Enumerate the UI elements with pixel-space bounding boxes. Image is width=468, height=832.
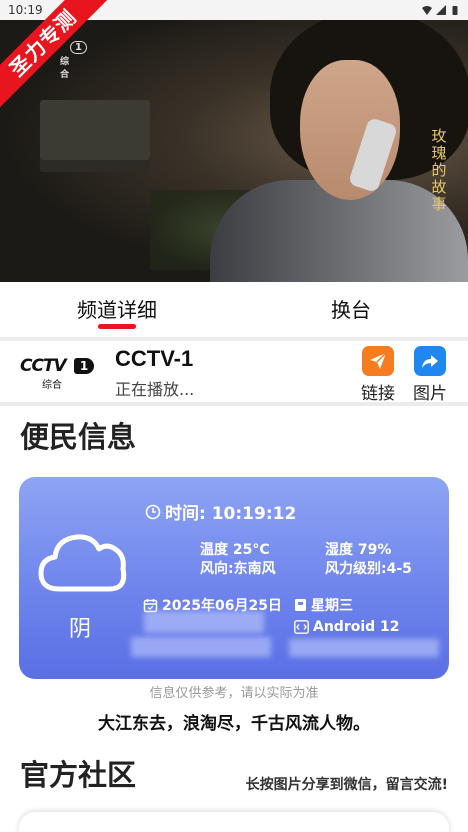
tab-channel-details[interactable]: 频道详细 [0,282,234,338]
weather-condition: 阴 [69,617,92,642]
channel-info-row: CCTV 1 综合 CCTV-1 正在播放... 链接 图片 [0,342,468,404]
image-button-label: 图片 [413,384,447,404]
send-icon [362,346,394,376]
watermark-number: 1 [70,41,87,54]
tab-label: 频道详细 [77,298,157,322]
channel-logo-subtitle: 综合 [42,380,62,391]
weather-temperature: 温度 25°C [200,542,270,558]
community-hint: 长按图片分享到微信，留言交流! [245,777,448,793]
weather-time: 时间: 10:19:12 [145,499,296,524]
cloud-icon [38,534,127,592]
info-disclaimer: 信息仅供参考，请以实际为准 [149,686,319,701]
watermark-subtitle: 综 合 [60,57,76,80]
divider [0,402,468,406]
weather-os-text: Android 12 [313,619,400,635]
tab-bar: 频道详细 换台 [0,282,468,338]
redacted-info [289,639,439,657]
channel-name: CCTV-1 [115,346,194,371]
active-tab-indicator [98,324,136,329]
channel-logo-text: CCTV [20,356,67,376]
weather-wind-level: 风力级别:4-5 [325,561,412,577]
channel-logo: CCTV 1 综合 [20,356,94,391]
video-drama-title: 玫瑰的故事 [431,127,447,213]
divider [0,337,468,341]
weather-time-text: 时间: 10:19:12 [165,504,297,524]
image-button[interactable]: 图片 [410,346,450,404]
signal-icon [436,5,446,15]
section-title-convenience: 便民信息 [18,414,148,456]
section-title-text: 便民信息 [20,420,137,454]
weather-humidity: 湿度 79% [325,542,392,558]
battery-icon [452,6,458,15]
link-button[interactable]: 链接 [358,346,398,404]
weather-wind-direction: 风向:东南风 [200,561,276,577]
wifi-icon [422,6,432,15]
clock-icon [145,504,161,519]
tab-label: 换台 [331,298,371,322]
share-icon [414,346,446,376]
daily-quote: 大江东去，浪淘尽，千古风流人物。 [98,714,370,734]
weekday-icon [295,599,306,611]
video-background-shelf [40,100,150,160]
weather-card: 时间: 10:19:12 阴 温度 25°C 湿度 79% 风向:东南风 风力级… [19,477,449,679]
section-title-text: 官方社区 [20,758,137,792]
channel-status: 正在播放... [115,380,195,399]
weather-os: Android 12 [294,619,400,635]
link-button-label: 链接 [361,384,395,404]
status-time: 10:19 [8,3,43,17]
redacted-info [131,637,271,657]
code-icon [294,620,309,634]
section-title-community: 官方社区 [18,752,148,794]
weather-weekday-text: 星期三 [311,598,353,614]
video-player[interactable]: 玫瑰的故事 1 综 合 [0,20,468,282]
status-icons [422,5,460,15]
community-card[interactable] [19,812,449,832]
redacted-info [144,611,264,633]
tab-switch-channel[interactable]: 换台 [234,282,468,338]
channel-logo-number: 1 [74,358,94,374]
weather-weekday: 星期三 [294,595,353,615]
